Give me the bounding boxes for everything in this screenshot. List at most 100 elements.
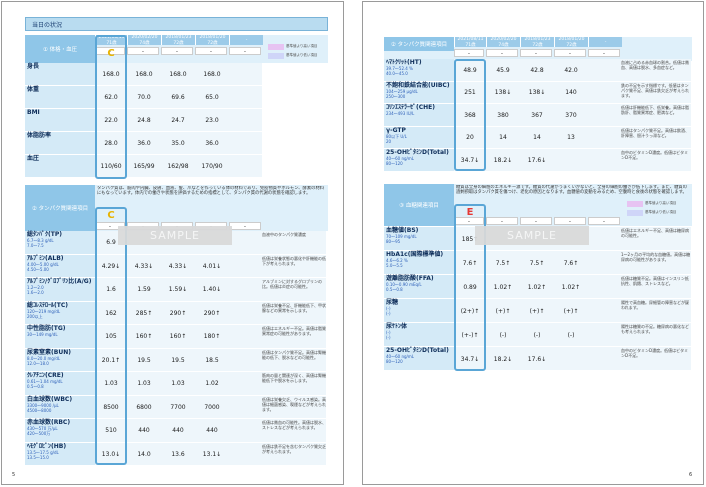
row-range: 0.10〜0.90 mEq/L 0.5〜0.8 xyxy=(386,282,422,292)
row-comment: 鉄の不足を示す指標です。低値はタンパク質不足、高値は鉄欠乏が考えられます。 xyxy=(621,82,689,98)
value-cell: 42.0 xyxy=(564,66,578,74)
row-label: ﾍﾏﾄｸﾘｯﾄ(HT) 39.7〜52.4 % 40.0〜45.0 xyxy=(384,59,454,82)
value-cell: 1.02↑ xyxy=(493,283,513,291)
value-cell: 367 xyxy=(531,111,543,119)
value-cell: 65.0 xyxy=(205,94,219,101)
current-column-highlight-2 xyxy=(95,207,127,465)
row-label: 尿素窒素(BUN) 8.0〜20.0 mg/dL 12.0〜18.0 xyxy=(25,348,95,372)
date-cell: 2020/02/20 74歳 xyxy=(127,35,161,46)
value-cell: 70.0 xyxy=(137,94,151,101)
row-label: 身長 xyxy=(25,63,95,86)
row-name: ｸﾚｱﾁﾆﾝ(CRE) xyxy=(27,372,64,379)
value-cell: (+)↑ xyxy=(563,307,579,315)
row-name: 血糖値(BS) xyxy=(386,227,419,234)
value-cell: (-) xyxy=(567,331,575,339)
row-name: 血圧 xyxy=(27,155,40,162)
row-range: 13.5〜17.5 g/dL 13.5〜15.0 xyxy=(27,449,59,460)
value-cell: 168.0 xyxy=(135,71,153,78)
row-comment: 血液に占める赤血球の割合。低値は貧血、高値は脱水、多血症など。 xyxy=(621,60,689,70)
value-cell: 13.6 xyxy=(171,450,185,458)
row-range: 40〜60 ng/mL 80〜120 xyxy=(386,354,414,364)
value-cell: (-) xyxy=(499,331,507,339)
row-comment: 低値は鉄不足を含むタンパク質欠乏が考えられます。 xyxy=(262,443,326,454)
value-cell: 19.5 xyxy=(137,356,151,364)
value-cell: 6800 xyxy=(136,403,152,411)
value-cell: 13 xyxy=(567,134,575,142)
date-cell: 2021/08/11 71歳 xyxy=(454,37,486,48)
row-comment: 低値は肝機能低下、低栄養。高値は脂肪肝、脂質異常症、肥満など。 xyxy=(621,105,689,115)
value-cell: 17.6↓ xyxy=(527,355,547,363)
row-name: BMI xyxy=(27,109,40,116)
row-name: ﾍﾏﾄｸﾘｯﾄ(HT) xyxy=(386,59,422,66)
row-comment: 血中のビタミンD濃度。低値はビタミンD不足。 xyxy=(621,348,689,358)
row-label: 尿糖 (-) (-) xyxy=(384,299,454,323)
date-cell: 2018/01/23 72歳 xyxy=(161,35,195,46)
value-cell: 42.8 xyxy=(530,66,544,74)
row-name: 25-OHﾋﾞﾀﾐﾝD(Total) xyxy=(386,347,449,354)
row-label: 体重 xyxy=(25,86,95,109)
row-label: BMI xyxy=(25,109,95,132)
value-cell: (-) xyxy=(533,331,541,339)
value-cell: 69.6 xyxy=(171,94,185,101)
dash-cell: - xyxy=(195,47,227,55)
legend-high-swatch xyxy=(268,44,284,50)
value-cell: 1.59↓ xyxy=(168,286,188,294)
row-comment: 筋肉の量と関連が深く、高値は腎機能低下や脱水を示します。 xyxy=(262,373,326,383)
row-comment: 低値はエネルギー不足。高値は脂質異常症の可能性があります。 xyxy=(262,326,326,336)
value-cell: 13.1↓ xyxy=(202,450,222,458)
dash-cell: - xyxy=(588,49,620,57)
dash-cell: - xyxy=(127,47,159,55)
value-cell: 14 xyxy=(533,134,541,142)
date-cell: 2018/01/20 72歳 xyxy=(554,37,588,48)
row-range: 104〜259 μg/dL 250〜300 xyxy=(386,88,418,99)
value-cell xyxy=(554,149,588,172)
row-range: 70〜109 mg/dL 80〜95 xyxy=(386,234,417,244)
row-name: 尿糖 xyxy=(386,299,399,306)
value-cell: 138↓ xyxy=(528,89,546,97)
value-cell: 165/99 xyxy=(133,163,155,170)
left-page: 当日の状況 ① 体格・血圧 2021/08/11 71歳 2020/02/20 7… xyxy=(1,1,344,485)
value-cell: 290↑ xyxy=(169,309,187,317)
value-cell: (+)↑ xyxy=(495,307,511,315)
row-name: 尿素窒素(BUN) xyxy=(27,348,71,356)
value-cell: 36.0 xyxy=(137,140,151,147)
value-cell: 4.01↓ xyxy=(202,262,222,270)
value-cell: 1.40↓ xyxy=(202,286,222,294)
value-cell: 1.03 xyxy=(171,380,185,388)
sample-watermark: SAMPLE xyxy=(118,226,232,245)
row-range: 4.00〜5.00 g/dL 4.50〜5.00 xyxy=(27,261,59,272)
row-name: ｱﾙﾌﾞﾐﾝ(ALB) xyxy=(27,254,64,262)
section2b-label: ② タンパク質関連項目 xyxy=(384,37,454,51)
legend-low: 基準値より低い項目 xyxy=(286,53,318,57)
row-label: ﾍﾓｸﾞﾛﾋﾞﾝ(HB) 13.5〜17.5 g/dL 13.5〜15.0 xyxy=(25,442,95,466)
row-range: (-) (-) xyxy=(386,330,391,340)
value-cell: 7000 xyxy=(204,403,220,411)
row-label: 遊離脂肪酸(FFA) 0.10〜0.90 mEq/L 0.5〜0.8 xyxy=(384,275,454,299)
legend-low-swatch xyxy=(268,53,284,59)
current-column-highlight xyxy=(95,35,127,179)
row-label: 総ｺﾚｽﾃﾛｰﾙ(TC) 120〜219 mg/dL 200以上 xyxy=(25,301,95,325)
value-cell: 160↑ xyxy=(169,333,187,341)
row-label: γ-GTP 80以下 U/L 20 xyxy=(384,126,454,149)
row-range: 80以下 U/L 20 xyxy=(386,133,407,144)
row-range: 8.0〜20.0 mg/dL 12.0〜18.0 xyxy=(27,355,61,366)
value-cell: 7.5↑ xyxy=(529,259,545,267)
row-range: 1.2〜2.0 1.6〜2.0 xyxy=(27,285,44,295)
dash-cell: - xyxy=(454,49,484,57)
value-cell: 380 xyxy=(497,111,509,119)
row-range: 6.7〜8.3 g/dL 7.0〜7.5 xyxy=(27,238,54,248)
row-comment: 陽性は糖質の不足。糖尿病の悪化なども考えられます。 xyxy=(621,324,689,334)
row-label: ｸﾚｱﾁﾆﾝ(CRE) 0.61〜1.04 mg/dL 0.5〜0.8 xyxy=(25,372,95,396)
value-cell: 370 xyxy=(565,111,577,119)
value-cell: 1.02 xyxy=(205,380,219,388)
row-label: HbA1c(国際標準値) 4.6〜6.2 % 5.0〜5.5 xyxy=(384,251,454,275)
value-cell: 440 xyxy=(138,427,150,435)
row-comment: 陽性で高血糖。尿細管の障害などが疑われます。 xyxy=(621,300,689,310)
dash-cell: - xyxy=(520,217,552,225)
row-name: 白血球数(WBC) xyxy=(27,395,73,403)
row-name: 不飽和鉄結合能(UIBC) xyxy=(386,81,450,89)
value-cell: 45.9 xyxy=(496,66,510,74)
value-cell: 7.5↑ xyxy=(495,259,511,267)
legend-low-swatch-r xyxy=(627,210,643,216)
row-label: ｱﾙﾌﾞﾐﾝ(ALB) 4.00〜5.00 g/dL 4.50〜5.00 xyxy=(25,254,95,278)
